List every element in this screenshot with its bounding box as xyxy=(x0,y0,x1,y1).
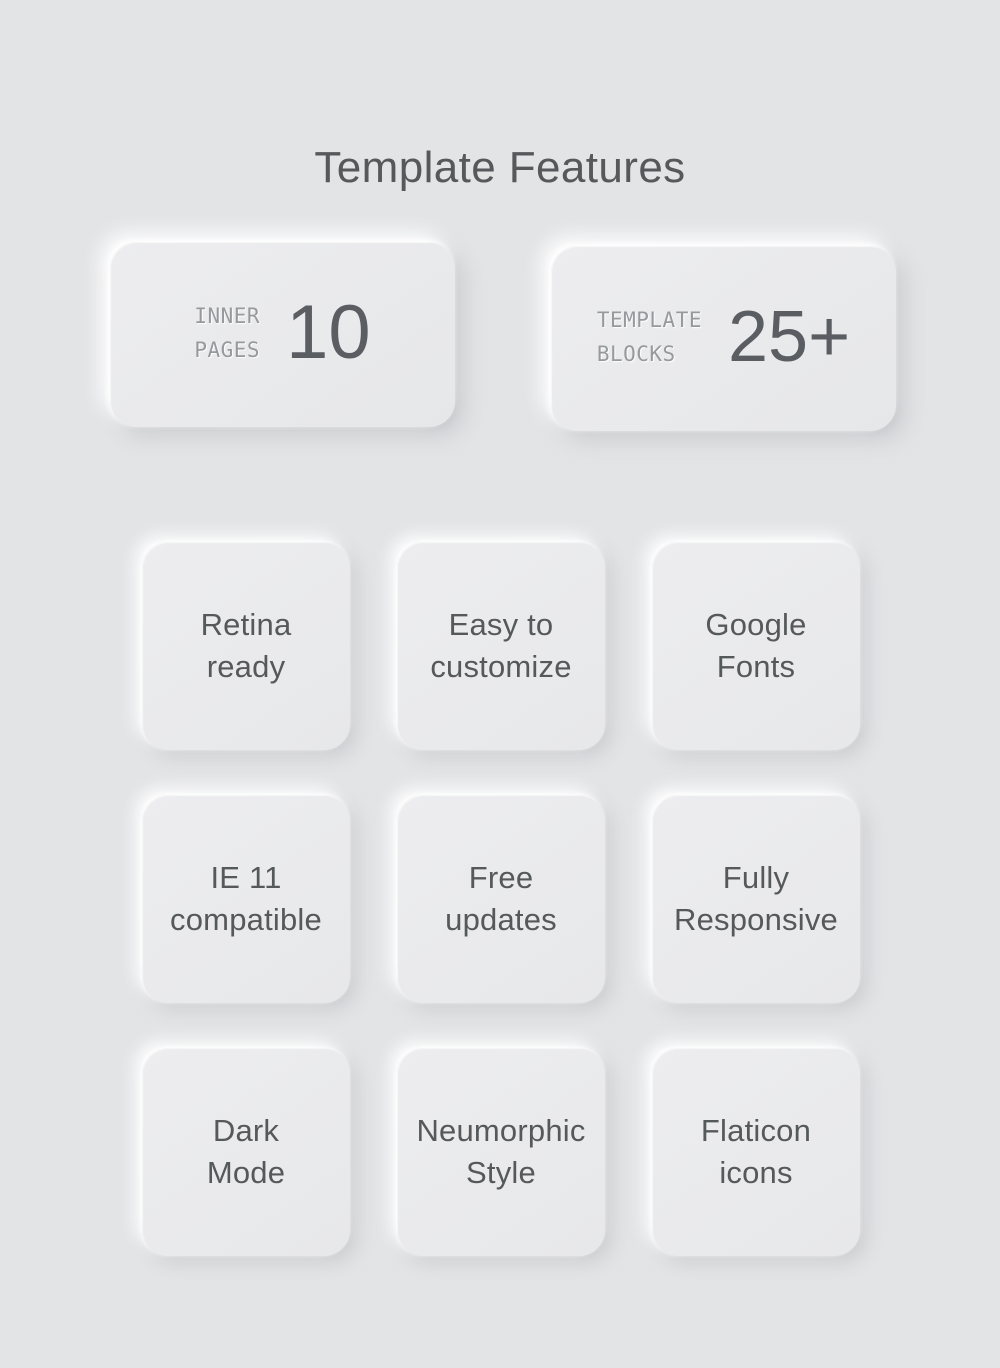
feature-label: Easy to customize xyxy=(430,607,572,684)
feature-label: Free updates xyxy=(445,860,557,937)
feature-card: Google Fonts xyxy=(652,542,860,750)
feature-label: IE 11 compatible xyxy=(170,860,322,937)
feature-label: Google Fonts xyxy=(705,607,807,684)
feature-card: Dark Mode xyxy=(142,1048,350,1256)
stat-card-inner-pages: INNER PAGES 10 xyxy=(110,242,455,427)
stat-content: TEMPLATE BLOCKS 25+ xyxy=(597,299,850,375)
feature-card: Easy to customize xyxy=(397,542,605,750)
page-title: Template Features xyxy=(314,143,686,193)
feature-card: Free updates xyxy=(397,795,605,1003)
feature-card: Flaticon icons xyxy=(652,1048,860,1256)
feature-card: Retina ready xyxy=(142,542,350,750)
feature-label: Dark Mode xyxy=(206,1113,286,1190)
feature-grid: Retina ready Easy to customize Google Fo… xyxy=(142,542,860,1256)
stat-card-template-blocks: TEMPLATE BLOCKS 25+ xyxy=(551,246,896,431)
stat-value: 25+ xyxy=(728,296,851,377)
feature-card: Neumorphic Style xyxy=(397,1048,605,1256)
stat-label: INNER PAGES xyxy=(194,303,261,362)
stat-content: INNER PAGES 10 xyxy=(194,289,371,375)
feature-label: Flaticon icons xyxy=(700,1113,812,1190)
feature-label: Neumorphic Style xyxy=(416,1113,586,1190)
feature-label: Retina ready xyxy=(200,607,292,684)
stat-value: 10 xyxy=(286,289,371,375)
stat-label: TEMPLATE BLOCKS xyxy=(596,307,702,366)
feature-label: Fully Responsive xyxy=(674,860,838,937)
template-features-page: Template Features INNER PAGES 10 TEMPLAT… xyxy=(0,0,1000,1368)
feature-card: IE 11 compatible xyxy=(142,795,350,1003)
feature-card: Fully Responsive xyxy=(652,795,860,1003)
